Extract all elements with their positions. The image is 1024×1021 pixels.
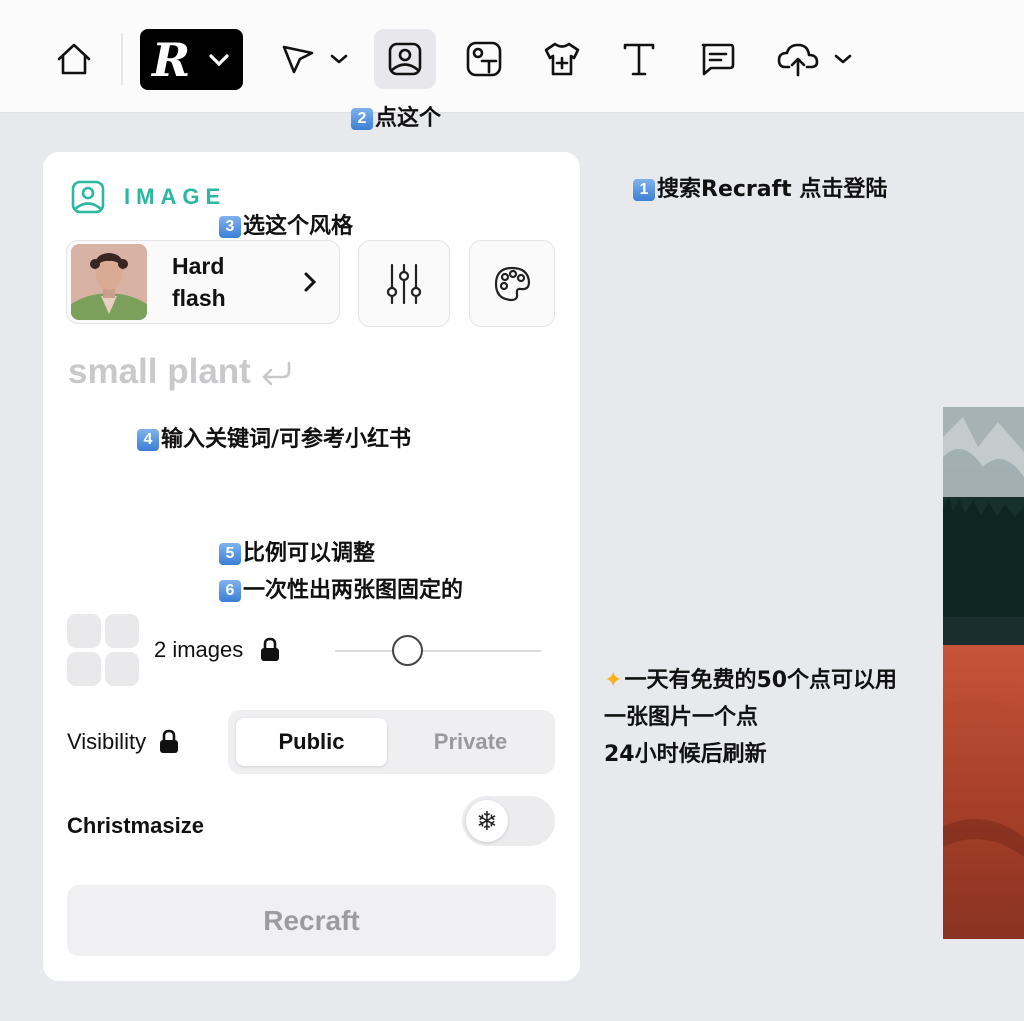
image-tool-button[interactable] xyxy=(374,29,436,89)
annotation-step-5: 5 比例可以调整 xyxy=(219,535,375,567)
annotation-tip: ✦一天有免费的50个点可以用 一张图片一个点 24小时候后刷新 xyxy=(604,662,897,773)
lock-icon xyxy=(160,729,179,753)
shirt-icon xyxy=(544,42,580,76)
section-header: IMAGE xyxy=(70,179,226,215)
snowflake-icon: ❄ xyxy=(466,800,508,842)
image-icon xyxy=(71,180,105,214)
style-name: Hard flash xyxy=(172,253,226,311)
pointer-icon xyxy=(282,45,314,74)
chevron-down-icon xyxy=(834,54,852,64)
recraft-logo-button[interactable]: R xyxy=(140,29,243,90)
cloud-upload-icon xyxy=(777,43,819,77)
visibility-private-option[interactable]: Private xyxy=(395,718,546,766)
lock-icon xyxy=(261,637,280,661)
text-tool-button[interactable] xyxy=(608,29,670,89)
image-icon xyxy=(388,42,422,76)
chevron-down-icon xyxy=(330,54,348,64)
text-image-icon xyxy=(466,41,502,77)
text-icon xyxy=(623,43,655,76)
image-count: 2 images xyxy=(154,637,281,663)
upload-tool-button[interactable] xyxy=(767,29,863,89)
visibility-toggle: Public Private xyxy=(228,710,555,774)
chevron-right-icon xyxy=(304,272,317,292)
mockup-tool-button[interactable] xyxy=(531,29,593,89)
pointer-tool-button[interactable] xyxy=(266,29,362,89)
comment-tool-button[interactable] xyxy=(686,29,748,89)
style-thumbnail xyxy=(71,244,147,320)
text-image-tool-button[interactable] xyxy=(453,29,515,89)
annotation-step-3: 3 选这个风格 xyxy=(219,208,353,240)
annotation-step-4: 4 输入关键词/可参考小红书 xyxy=(137,421,411,453)
slider-handle[interactable] xyxy=(392,635,424,666)
recraft-logo: R xyxy=(152,32,191,87)
chevron-down-icon xyxy=(209,53,229,66)
recraft-submit-button[interactable]: Recraft xyxy=(67,885,556,956)
generated-image-preview[interactable] xyxy=(943,407,1024,939)
comment-icon xyxy=(701,43,735,76)
annotation-step-6: 6 一次性出两张图固定的 xyxy=(219,572,463,604)
prompt-input[interactable]: small plant xyxy=(68,352,295,392)
christmasize-label: Christmasize xyxy=(67,813,204,838)
toolbar-divider xyxy=(121,33,123,85)
palette-icon xyxy=(494,266,531,301)
home-icon xyxy=(57,43,91,75)
sliders-icon xyxy=(386,263,422,304)
top-toolbar: R xyxy=(0,0,1024,113)
style-selector[interactable]: Hard flash xyxy=(66,240,340,324)
section-title: IMAGE xyxy=(124,184,227,209)
color-palette-button[interactable] xyxy=(469,240,555,327)
image-count-slider[interactable] xyxy=(335,650,541,652)
annotation-step-1: 1 搜索Recraft 点击登陆 xyxy=(633,171,887,203)
annotation-step-2: 2 点这个 xyxy=(351,100,441,132)
home-button[interactable] xyxy=(44,29,104,89)
visibility-public-option[interactable]: Public xyxy=(236,718,387,766)
aspect-ratio-icon[interactable] xyxy=(67,614,141,688)
star-icon: ✦ xyxy=(604,668,623,693)
enter-icon xyxy=(262,361,291,386)
christmasize-switch[interactable]: ❄ xyxy=(462,796,555,846)
settings-adjust-button[interactable] xyxy=(358,240,450,327)
visibility-label: Visibility xyxy=(67,729,180,755)
